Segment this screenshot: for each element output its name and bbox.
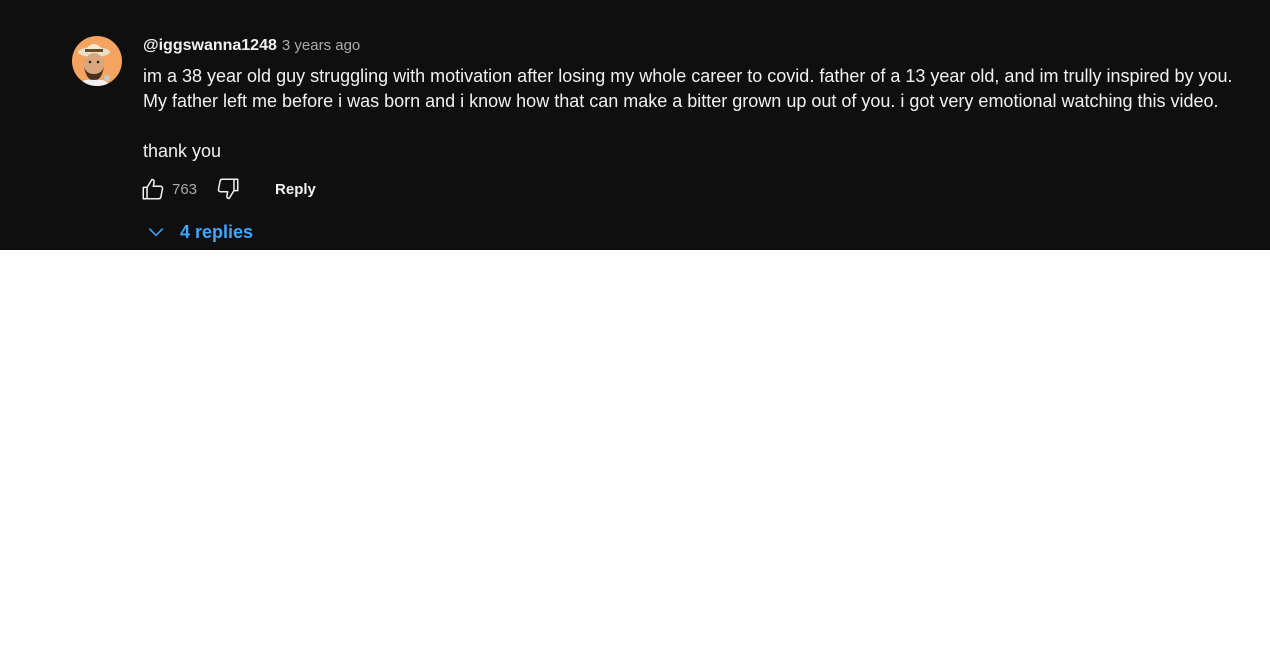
chevron-down-icon [143,219,169,245]
dislike-button[interactable] [211,172,245,206]
thumbs-up-icon [142,178,164,200]
view-replies-button[interactable]: 4 replies [143,218,253,246]
comment-timestamp[interactable]: 3 years ago [282,37,360,54]
thumbs-down-icon [217,178,239,200]
like-button[interactable] [136,172,170,206]
comment-header: @iggswanna1248 3 years ago [143,37,360,59]
comment-text: im a 38 year old guy struggling with mot… [143,66,1233,161]
replies-count-label: 4 replies [180,221,254,242]
avatar[interactable] [72,36,122,86]
comments-panel: @iggswanna1248 3 years ago im a 38 year … [0,0,1270,250]
like-count: 763 [172,180,198,198]
comment-actions: 763 Reply [136,172,316,206]
comment-author[interactable]: @iggswanna1248 [143,37,277,55]
avatar-image [72,36,122,86]
reply-button[interactable]: Reply [275,181,316,198]
